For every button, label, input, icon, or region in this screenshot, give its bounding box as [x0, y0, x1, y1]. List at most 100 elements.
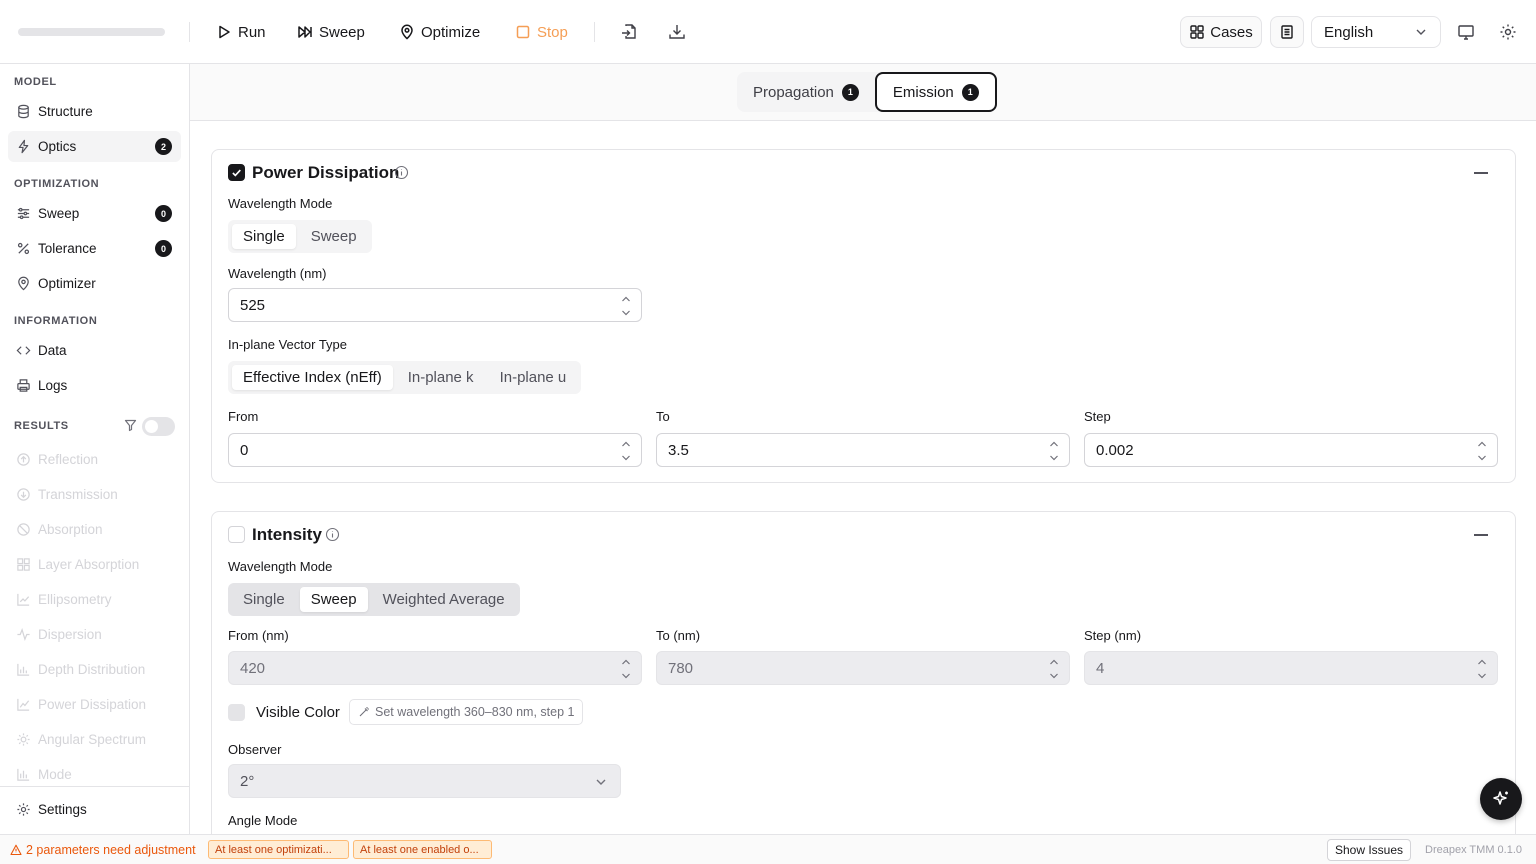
warning-chip[interactable]: At least one enabled o...: [353, 840, 492, 859]
step-value: 0.002: [1096, 441, 1134, 459]
sidebar-item-logs[interactable]: Logs: [8, 370, 181, 401]
main-panel: Propagation 1 Emission 1 Power Dissipati…: [190, 64, 1536, 834]
settings-button[interactable]: [1498, 22, 1518, 42]
run-label: Run: [238, 23, 266, 41]
sidebar-item-power-dissipation[interactable]: Power Dissipation: [8, 689, 181, 720]
optimize-label: Optimize: [421, 23, 481, 41]
vector-type-label: In-plane Vector Type: [228, 337, 348, 352]
to-nm-input[interactable]: 780: [656, 651, 1070, 685]
step-nm-input[interactable]: 4: [1084, 651, 1498, 685]
collapse-icon[interactable]: [1474, 534, 1488, 536]
sidebar-item-data[interactable]: Data: [8, 335, 181, 366]
sidebar-item-layer-absorption[interactable]: Layer Absorption: [8, 549, 181, 580]
set-wavelength-label: Set wavelength 360–830 nm, step 1: [375, 705, 575, 719]
from-input[interactable]: 0: [228, 433, 642, 467]
sidebar-item-sweep[interactable]: Sweep 0: [8, 198, 181, 229]
mode-option-sweep[interactable]: Sweep: [300, 224, 368, 249]
sweep-button[interactable]: Sweep: [297, 20, 365, 44]
stop-square-icon: [516, 25, 530, 39]
vector-option-u[interactable]: In-plane u: [489, 365, 578, 390]
sidebar-item-ellipsometry[interactable]: Ellipsometry: [8, 584, 181, 615]
stepper-icon[interactable]: [1049, 657, 1059, 681]
sidebar-item-angular-spectrum[interactable]: Angular Spectrum: [8, 724, 181, 755]
mode-option-weighted-average[interactable]: Weighted Average: [372, 587, 516, 612]
map-pin-icon: [18, 276, 29, 291]
sidebar-item-optimizer[interactable]: Optimizer: [8, 268, 181, 299]
tab-propagation[interactable]: Propagation 1: [737, 72, 875, 112]
visible-color-checkbox[interactable]: [228, 704, 245, 721]
intensity-checkbox[interactable]: [228, 526, 245, 543]
power-dissipation-checkbox[interactable]: [228, 164, 245, 181]
sidebar-item-dispersion[interactable]: Dispersion: [8, 619, 181, 650]
filter-icon[interactable]: [124, 419, 137, 432]
results-filter-toggle[interactable]: [142, 417, 175, 436]
observer-label: Observer: [228, 742, 282, 757]
count-badge: 0: [155, 205, 172, 222]
optimize-button[interactable]: Optimize: [399, 20, 480, 44]
sidebar-item-label: Power Dissipation: [38, 697, 147, 712]
sidebar-item-settings[interactable]: Settings: [8, 794, 181, 825]
stepper-icon[interactable]: [1477, 439, 1487, 463]
stepper-icon[interactable]: [1477, 657, 1487, 681]
sidebar-item-transmission[interactable]: Transmission: [8, 479, 181, 510]
assistant-button[interactable]: [1480, 778, 1522, 820]
info-icon[interactable]: [394, 165, 409, 180]
sidebar-item-absorption[interactable]: Absorption: [8, 514, 181, 545]
map-pin-icon: [401, 24, 413, 40]
sidebar-item-label: Tolerance: [38, 241, 97, 256]
to-input[interactable]: 3.5: [656, 433, 1070, 467]
tab-label: Propagation: [753, 83, 834, 101]
lightning-icon: [18, 139, 29, 154]
stop-button[interactable]: Stop: [515, 20, 568, 44]
to-value: 3.5: [668, 441, 689, 459]
step-input[interactable]: 0.002: [1084, 433, 1498, 467]
stepper-icon[interactable]: [621, 657, 631, 681]
grid-icon: [1190, 25, 1204, 39]
tab-emission[interactable]: Emission 1: [874, 72, 997, 112]
display-button[interactable]: [1456, 22, 1476, 42]
sidebar-item-reflection[interactable]: Reflection: [8, 444, 181, 475]
stepper-icon[interactable]: [621, 294, 631, 318]
download-button[interactable]: [667, 22, 687, 42]
count-badge: 0: [155, 240, 172, 257]
sidebar-item-label: Depth Distribution: [38, 662, 146, 677]
cases-button[interactable]: Cases: [1180, 16, 1262, 48]
wavelength-input[interactable]: 525: [228, 288, 642, 322]
mode-option-sweep[interactable]: Sweep: [299, 587, 368, 612]
optics-tabs: Propagation 1 Emission 1: [190, 64, 1536, 121]
vector-option-k[interactable]: In-plane k: [397, 365, 485, 390]
sidebar-item-label: Structure: [38, 104, 93, 119]
set-wavelength-button[interactable]: Set wavelength 360–830 nm, step 1: [349, 699, 584, 725]
sidebar-item-structure[interactable]: Structure: [8, 96, 181, 127]
collapse-icon[interactable]: [1474, 172, 1488, 174]
cases-label: Cases: [1210, 23, 1253, 41]
step-nm-label: Step (nm): [1084, 628, 1142, 643]
import-button[interactable]: [619, 22, 639, 42]
language-select[interactable]: English: [1311, 16, 1441, 48]
download-icon: [669, 25, 685, 39]
sidebar-item-optics[interactable]: Optics 2: [8, 131, 181, 162]
monitor-icon: [1458, 25, 1474, 40]
sidebar: MODEL Structure Optics 2 OPTIMIZATION Sw…: [0, 64, 190, 834]
sidebar-item-depth-distribution[interactable]: Depth Distribution: [8, 654, 181, 685]
sidebar-item-label: Angular Spectrum: [38, 732, 147, 747]
sun-icon: [17, 733, 30, 746]
mode-option-single[interactable]: Single: [232, 587, 296, 612]
info-icon[interactable]: [325, 527, 340, 542]
observer-select[interactable]: 2°: [228, 764, 621, 798]
chevron-down-icon: [1416, 29, 1426, 35]
stepper-icon[interactable]: [621, 439, 631, 463]
show-issues-button[interactable]: Show Issues: [1327, 839, 1412, 861]
sidebar-item-tolerance[interactable]: Tolerance 0: [8, 233, 181, 264]
mode-option-single[interactable]: Single: [232, 224, 296, 249]
warning-chip[interactable]: At least one optimizati...: [208, 840, 349, 859]
from-nm-input[interactable]: 420: [228, 651, 642, 685]
notes-button[interactable]: [1270, 16, 1304, 48]
warning-summary[interactable]: 2 parameters need adjustment: [10, 843, 196, 857]
section-information: INFORMATION: [14, 315, 98, 327]
stepper-icon[interactable]: [1049, 439, 1059, 463]
skip-forward-icon: [298, 26, 312, 38]
vector-option-neff[interactable]: Effective Index (nEff): [232, 365, 393, 390]
run-button[interactable]: Run: [216, 20, 266, 44]
wavelength-mode-label: Wavelength Mode: [228, 196, 333, 211]
